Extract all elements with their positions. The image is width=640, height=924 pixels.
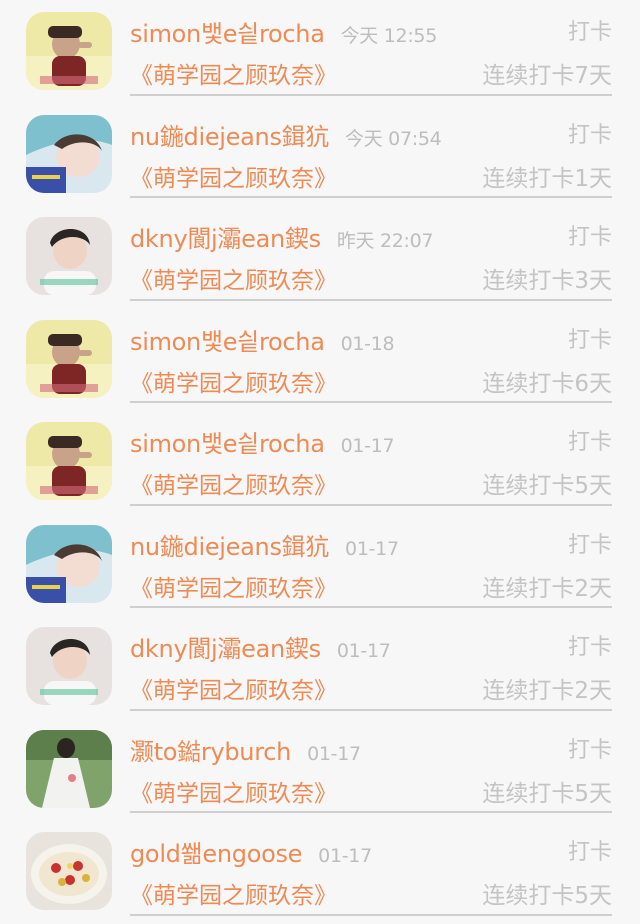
- user-name-line: nu鍦diejeans鍓犺 今天 07:54: [130, 117, 442, 152]
- divider: [130, 196, 612, 198]
- book-title[interactable]: 《萌学园之顾玖奈》: [130, 774, 337, 808]
- list-item[interactable]: simon뱇e싙rocha 01-17 打卡 《萌学园之顾玖奈》 连续打卡5天: [0, 410, 640, 513]
- user-name-line: nu鍦diejeans鍓犺 01-17: [130, 527, 399, 562]
- checkin-label: 打卡: [567, 225, 612, 250]
- book-title[interactable]: 《萌学园之顾玖奈》: [130, 261, 337, 295]
- checkin-label: 打卡: [567, 737, 612, 763]
- avatar[interactable]: [26, 524, 112, 603]
- user-name-line: dkny閬j灞ean鍥s 昨天 22:07: [130, 219, 434, 254]
- list-item[interactable]: dkny閬j灞ean鍥s 昨天 22:07 打卡 《萌学园之顾玖奈》 连续打卡3天: [0, 205, 640, 308]
- book-title[interactable]: 《萌学园之顾玖奈》: [130, 876, 337, 910]
- user-name-line: gold쐚engoose 01-17: [130, 834, 372, 869]
- post-time: 01-17: [340, 435, 395, 457]
- user-name-line: 灏to鐑ryburch 01-17: [130, 732, 361, 767]
- streak-count: 连续打卡5天: [482, 473, 612, 499]
- list-item[interactable]: nu鍦diejeans鍓犺 01-17 打卡 《萌学园之顾玖奈》 连续打卡2天: [0, 513, 640, 616]
- checkin-label: 打卡: [567, 840, 612, 865]
- boy-red-hat-avatar-icon: [26, 422, 112, 500]
- checkin-label: 打卡: [567, 430, 612, 455]
- user-name-line: dkny閬j灞ean鍥s 01-17: [130, 629, 391, 664]
- user-name-line: simon뱇e싙rocha 今天 12:55: [130, 14, 437, 49]
- avatar[interactable]: [26, 114, 112, 193]
- user-name[interactable]: simon뱇e싙rocha: [130, 328, 325, 356]
- streak-count: 连续打卡1天: [482, 165, 612, 192]
- streak-count: 连续打卡5天: [482, 883, 612, 909]
- book-title[interactable]: 《萌学园之顾玖奈》: [130, 56, 337, 90]
- divider: [130, 811, 612, 813]
- boy-white-shirt-avatar-icon: [26, 627, 112, 705]
- post-time: 01-18: [340, 332, 395, 355]
- avatar[interactable]: [26, 627, 112, 705]
- avatar[interactable]: [26, 12, 112, 90]
- book-title[interactable]: 《萌学园之顾玖奈》: [130, 671, 337, 705]
- checkin-label: 打卡: [567, 532, 612, 558]
- streak-count: 连续打卡2天: [482, 678, 612, 704]
- girl-blue-scarf-avatar-icon: [26, 114, 112, 193]
- list-item[interactable]: dkny閬j灞ean鍥s 01-17 打卡 《萌学园之顾玖奈》 连续打卡2天: [0, 615, 640, 718]
- avatar[interactable]: [26, 319, 112, 398]
- dessert-bowl-avatar-icon: [26, 832, 112, 910]
- list-item[interactable]: 灏to鐑ryburch 01-17 打卡 《萌学园之顾玖奈》 连续打卡5天: [0, 718, 640, 821]
- avatar[interactable]: [26, 422, 112, 500]
- user-name[interactable]: simon뱇e싙rocha: [130, 20, 325, 48]
- boy-red-hat-avatar-icon: [26, 319, 112, 398]
- divider: [130, 606, 612, 608]
- user-name[interactable]: nu鍦diejeans鍓犺: [130, 123, 329, 151]
- book-title[interactable]: 《萌学园之顾玖奈》: [130, 159, 337, 193]
- list-item[interactable]: simon뱇e싙rocha 今天 12:55 打卡 《萌学园之顾玖奈》 连续打卡7…: [0, 0, 640, 103]
- user-name-line: simon뱇e싙rocha 01-18: [130, 322, 395, 357]
- user-name[interactable]: dkny閬j灞ean鍥s: [130, 635, 321, 663]
- boy-red-hat-avatar-icon: [26, 12, 112, 90]
- checkin-label: 打卡: [567, 635, 612, 660]
- divider: [130, 298, 612, 301]
- user-name[interactable]: gold쐚engoose: [130, 840, 302, 868]
- checkin-label: 打卡: [567, 20, 612, 45]
- user-name[interactable]: dkny閬j灞ean鍥s: [130, 225, 321, 253]
- checkin-label: 打卡: [567, 122, 612, 148]
- post-time: 01-17: [307, 742, 361, 765]
- divider: [130, 708, 612, 711]
- avatar[interactable]: [26, 217, 112, 295]
- checkin-list: simon뱇e싙rocha 今天 12:55 打卡 《萌学园之顾玖奈》 连续打卡7…: [0, 0, 640, 923]
- post-time: 01-17: [345, 537, 399, 560]
- book-title[interactable]: 《萌学园之顾玖奈》: [130, 364, 337, 398]
- checkin-label: 打卡: [567, 327, 612, 353]
- divider: [130, 913, 612, 916]
- divider: [130, 93, 612, 96]
- user-name[interactable]: nu鍦diejeans鍓犺: [130, 533, 329, 561]
- book-title[interactable]: 《萌学园之顾玖奈》: [130, 466, 337, 500]
- avatar[interactable]: [26, 832, 112, 910]
- streak-count: 连续打卡3天: [482, 268, 612, 294]
- book-title[interactable]: 《萌学园之顾玖奈》: [130, 569, 337, 603]
- list-item[interactable]: gold쐚engoose 01-17 打卡 《萌学园之顾玖奈》 连续打卡5天: [0, 820, 640, 923]
- streak-count: 连续打卡6天: [482, 370, 612, 397]
- post-time: 今天 07:54: [345, 127, 442, 150]
- avatar[interactable]: [26, 729, 112, 808]
- streak-count: 连续打卡5天: [482, 780, 612, 807]
- divider: [130, 401, 612, 403]
- user-name[interactable]: simon뱇e싙rocha: [130, 430, 325, 458]
- user-name-line: simon뱇e싙rocha 01-17: [130, 424, 395, 459]
- post-time: 昨天 22:07: [336, 230, 434, 252]
- post-time: 今天 12:55: [340, 25, 438, 47]
- post-time: 01-17: [318, 845, 372, 867]
- user-name[interactable]: 灏to鐑ryburch: [130, 738, 291, 766]
- streak-count: 连续打卡7天: [482, 63, 612, 89]
- girl-white-dress-avatar-icon: [26, 729, 112, 808]
- divider: [130, 503, 612, 506]
- list-item[interactable]: simon뱇e싙rocha 01-18 打卡 《萌学园之顾玖奈》 连续打卡6天: [0, 308, 640, 411]
- girl-blue-scarf-avatar-icon: [26, 524, 112, 603]
- post-time: 01-17: [336, 640, 391, 662]
- list-item[interactable]: nu鍦diejeans鍓犺 今天 07:54 打卡 《萌学园之顾玖奈》 连续打卡1…: [0, 103, 640, 206]
- boy-white-shirt-avatar-icon: [26, 217, 112, 295]
- streak-count: 连续打卡2天: [482, 575, 612, 602]
